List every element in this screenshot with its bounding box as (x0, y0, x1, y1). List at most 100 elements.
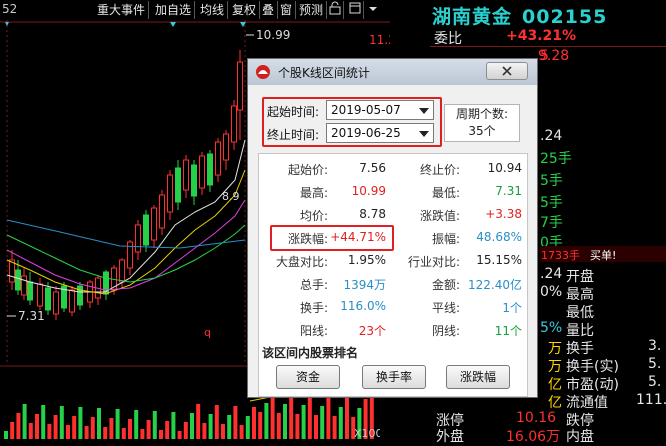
volume-bar (97, 408, 101, 439)
chart-price-tag: 8.9 (222, 190, 240, 203)
stat-value-2: 1个 (502, 301, 522, 315)
stat-value-2: 10.94 (487, 161, 522, 175)
volume-bar (190, 413, 194, 439)
candle-body (175, 167, 181, 203)
toolbar-add-favorite[interactable]: 加自选 (152, 1, 196, 19)
stat-value-2: +3.38 (485, 207, 522, 221)
quote-label-inner: 内盘 (566, 429, 594, 445)
quote-value: 9.28 (538, 48, 570, 64)
volume-bar (307, 396, 312, 439)
stat-label-1: 起始价: (287, 163, 328, 177)
stat-label-1: 阳线: (299, 324, 328, 338)
stat-value-1: +44.71% (330, 230, 386, 244)
candle-body (77, 285, 83, 306)
volume-bar (239, 425, 244, 439)
quote-value: .24 (540, 128, 563, 144)
app-icon (256, 65, 270, 79)
quote-left: 万 (548, 359, 562, 375)
volume-bar (78, 407, 83, 439)
stat-label-1: 大盘对比: (275, 255, 328, 269)
outer-volume-value: 16.06万 (506, 429, 561, 445)
toolbar-moving-average[interactable]: 均线 (197, 1, 229, 19)
stat-label-2: 终止价: (419, 163, 460, 177)
stat-value-1: 1.95% (347, 253, 386, 267)
stat-value-2: 48.68% (476, 230, 522, 244)
end-date-select[interactable]: 2019-06-25 (326, 123, 434, 143)
volume-bar (28, 423, 33, 439)
quote-value: 7手 (540, 215, 563, 231)
candle-body (183, 159, 189, 191)
volume-bar (326, 397, 331, 439)
stat-value-2: 7.31 (495, 184, 522, 198)
volume-bar (332, 416, 337, 439)
candle-body (21, 275, 27, 296)
volume-bar (41, 405, 46, 439)
ranking-title: 该区间内股票排名 (262, 346, 359, 360)
toolbar-overlay[interactable]: 叠 (259, 1, 279, 19)
stat-label-1: 总手: (299, 278, 328, 292)
rank-by-funds-button[interactable]: 资金 (276, 365, 340, 389)
volume-bar (208, 414, 213, 439)
lock-icon[interactable] (326, 1, 344, 19)
close-button[interactable] (486, 62, 528, 80)
candle-body (45, 287, 51, 311)
volume-bar (245, 416, 250, 439)
candle-body (69, 289, 75, 313)
volume-bar (314, 415, 318, 439)
weibi-label: 委比 (434, 31, 462, 47)
end-date-value: 2019-06-25 (331, 126, 401, 140)
volume-bar (289, 395, 294, 439)
start-date-select[interactable]: 2019-05-07 (326, 100, 434, 120)
candle-body (15, 269, 21, 291)
version-label: 52 (2, 2, 18, 16)
volume-bar (345, 398, 349, 439)
quote-right: 5. (648, 356, 662, 372)
volume-bar (72, 416, 77, 439)
stock-code: 002155 (522, 6, 608, 28)
end-time-label: 终止时间: (267, 128, 320, 142)
stat-label-2: 平线: (431, 301, 460, 315)
quote-label-volratio: 量比 (566, 323, 594, 339)
toolbar-adjust[interactable]: 复权 (229, 1, 261, 19)
chart-high-label: 10.99 (256, 28, 290, 42)
period-label: 周期个数: (455, 107, 509, 121)
volume-bar (165, 421, 170, 439)
buy-label[interactable]: 买单! (590, 247, 616, 263)
volume-bar (196, 404, 201, 439)
volume-bar (22, 404, 27, 439)
stat-label-2: 振幅: (431, 232, 460, 246)
volume-bar (171, 412, 176, 439)
toolbar-major-events[interactable]: 重大事件 (94, 1, 150, 19)
volume-bar (295, 414, 300, 439)
toolbar-window[interactable]: 窗 (277, 1, 297, 19)
dialog-title: 个股K线区间统计 (278, 66, 370, 80)
quote-value: 5手 (540, 173, 563, 189)
volume-bar (338, 407, 343, 439)
stat-label-1: 换手: (299, 301, 328, 315)
volume-bar (134, 410, 139, 439)
candle-body (207, 153, 213, 186)
close-icon (502, 66, 512, 76)
candle-body (135, 224, 141, 253)
volume-bar (121, 428, 126, 439)
quote-left: .24 (540, 266, 563, 282)
volume-bar (252, 407, 256, 439)
quote-value: 5手 (540, 195, 563, 211)
stat-value-1: 10.99 (351, 184, 386, 198)
volume-bar (47, 424, 52, 439)
rank-by-turnover-button[interactable]: 换手率 (362, 365, 426, 389)
toolbar-forecast[interactable]: 预测 (296, 1, 328, 19)
volume-bar (10, 422, 15, 439)
volume-bar (202, 423, 207, 439)
stat-label-1: 最高: (299, 186, 328, 200)
volume-axis-label: X100 (354, 427, 380, 439)
window-icon[interactable] (346, 1, 364, 19)
rank-by-change-button[interactable]: 涨跌幅 (446, 365, 510, 389)
volume-bar (16, 413, 21, 439)
stat-label-2: 最低: (431, 186, 460, 200)
volume-bar (258, 412, 263, 439)
volume-bar (109, 418, 114, 439)
chevron-down-icon[interactable] (365, 1, 383, 19)
quote-left: 5% (540, 320, 563, 336)
period-value: 35个 (468, 124, 496, 138)
